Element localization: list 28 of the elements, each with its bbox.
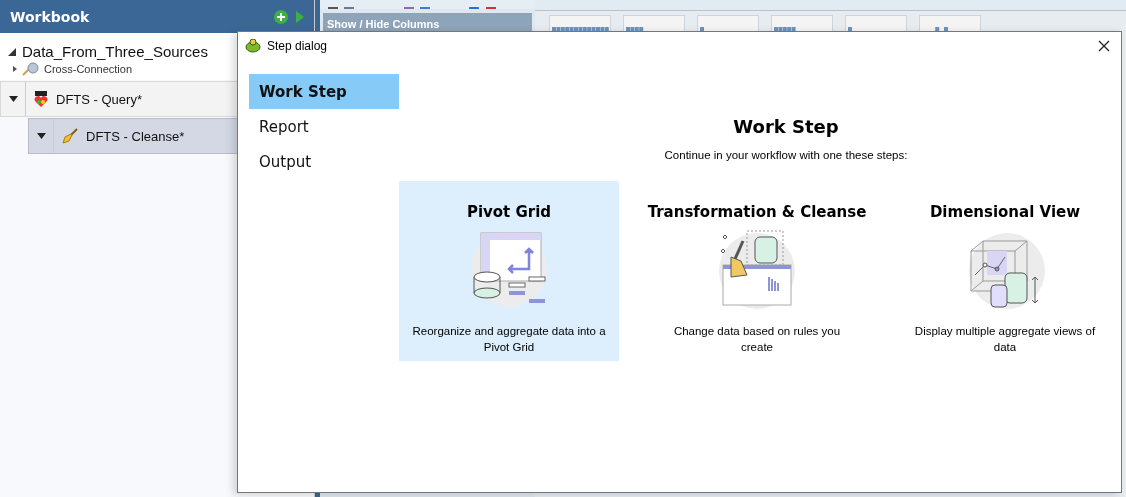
option-title: Transformation & Cleanse [647,203,867,221]
option-description: Change data based on rules you create [672,324,842,355]
step-label: DFTS - Query* [56,91,142,107]
add-icon[interactable] [274,9,288,24]
workbook-title: Workbook [10,8,91,25]
option-title: Pivot Grid [466,203,552,221]
tree-item[interactable]: Data_From_Three_Sources [22,43,208,60]
option-card[interactable]: Pivot Grid Reorganize and aggregate data into a Pivot Grid [399,181,619,361]
turtle-icon [245,39,261,53]
option-description: Display multiple aggregate views of data [913,324,1097,355]
close-icon[interactable] [1098,40,1110,52]
collapse-icon[interactable] [8,47,16,56]
section-heading: Work Step [733,116,839,137]
option-description: Reorganize and aggregate data into a Pivot Grid [411,324,607,355]
dialog-title: Step dialog [267,39,329,53]
sql-icon [34,91,48,107]
option-card[interactable]: Transformation & Cleanse Change data based on rules you create [647,181,867,361]
collapse-icon[interactable] [8,96,18,102]
section-subtitle: Continue in your workflow with one these steps: [664,149,908,161]
expand-icon[interactable] [12,65,18,73]
step-label: DFTS - Cleanse* [86,128,185,144]
option-title: Dimensional View [929,203,1081,221]
broom-icon [62,128,78,144]
nav-item[interactable]: Work Step [249,74,399,109]
tree-item[interactable]: Cross-Connection [44,63,133,75]
option-card[interactable]: Dimensional View Display multiple aggregate views of data [895,181,1115,361]
collapse-icon[interactable] [36,133,46,139]
panel-title: Show / Hide Columns [327,18,440,30]
